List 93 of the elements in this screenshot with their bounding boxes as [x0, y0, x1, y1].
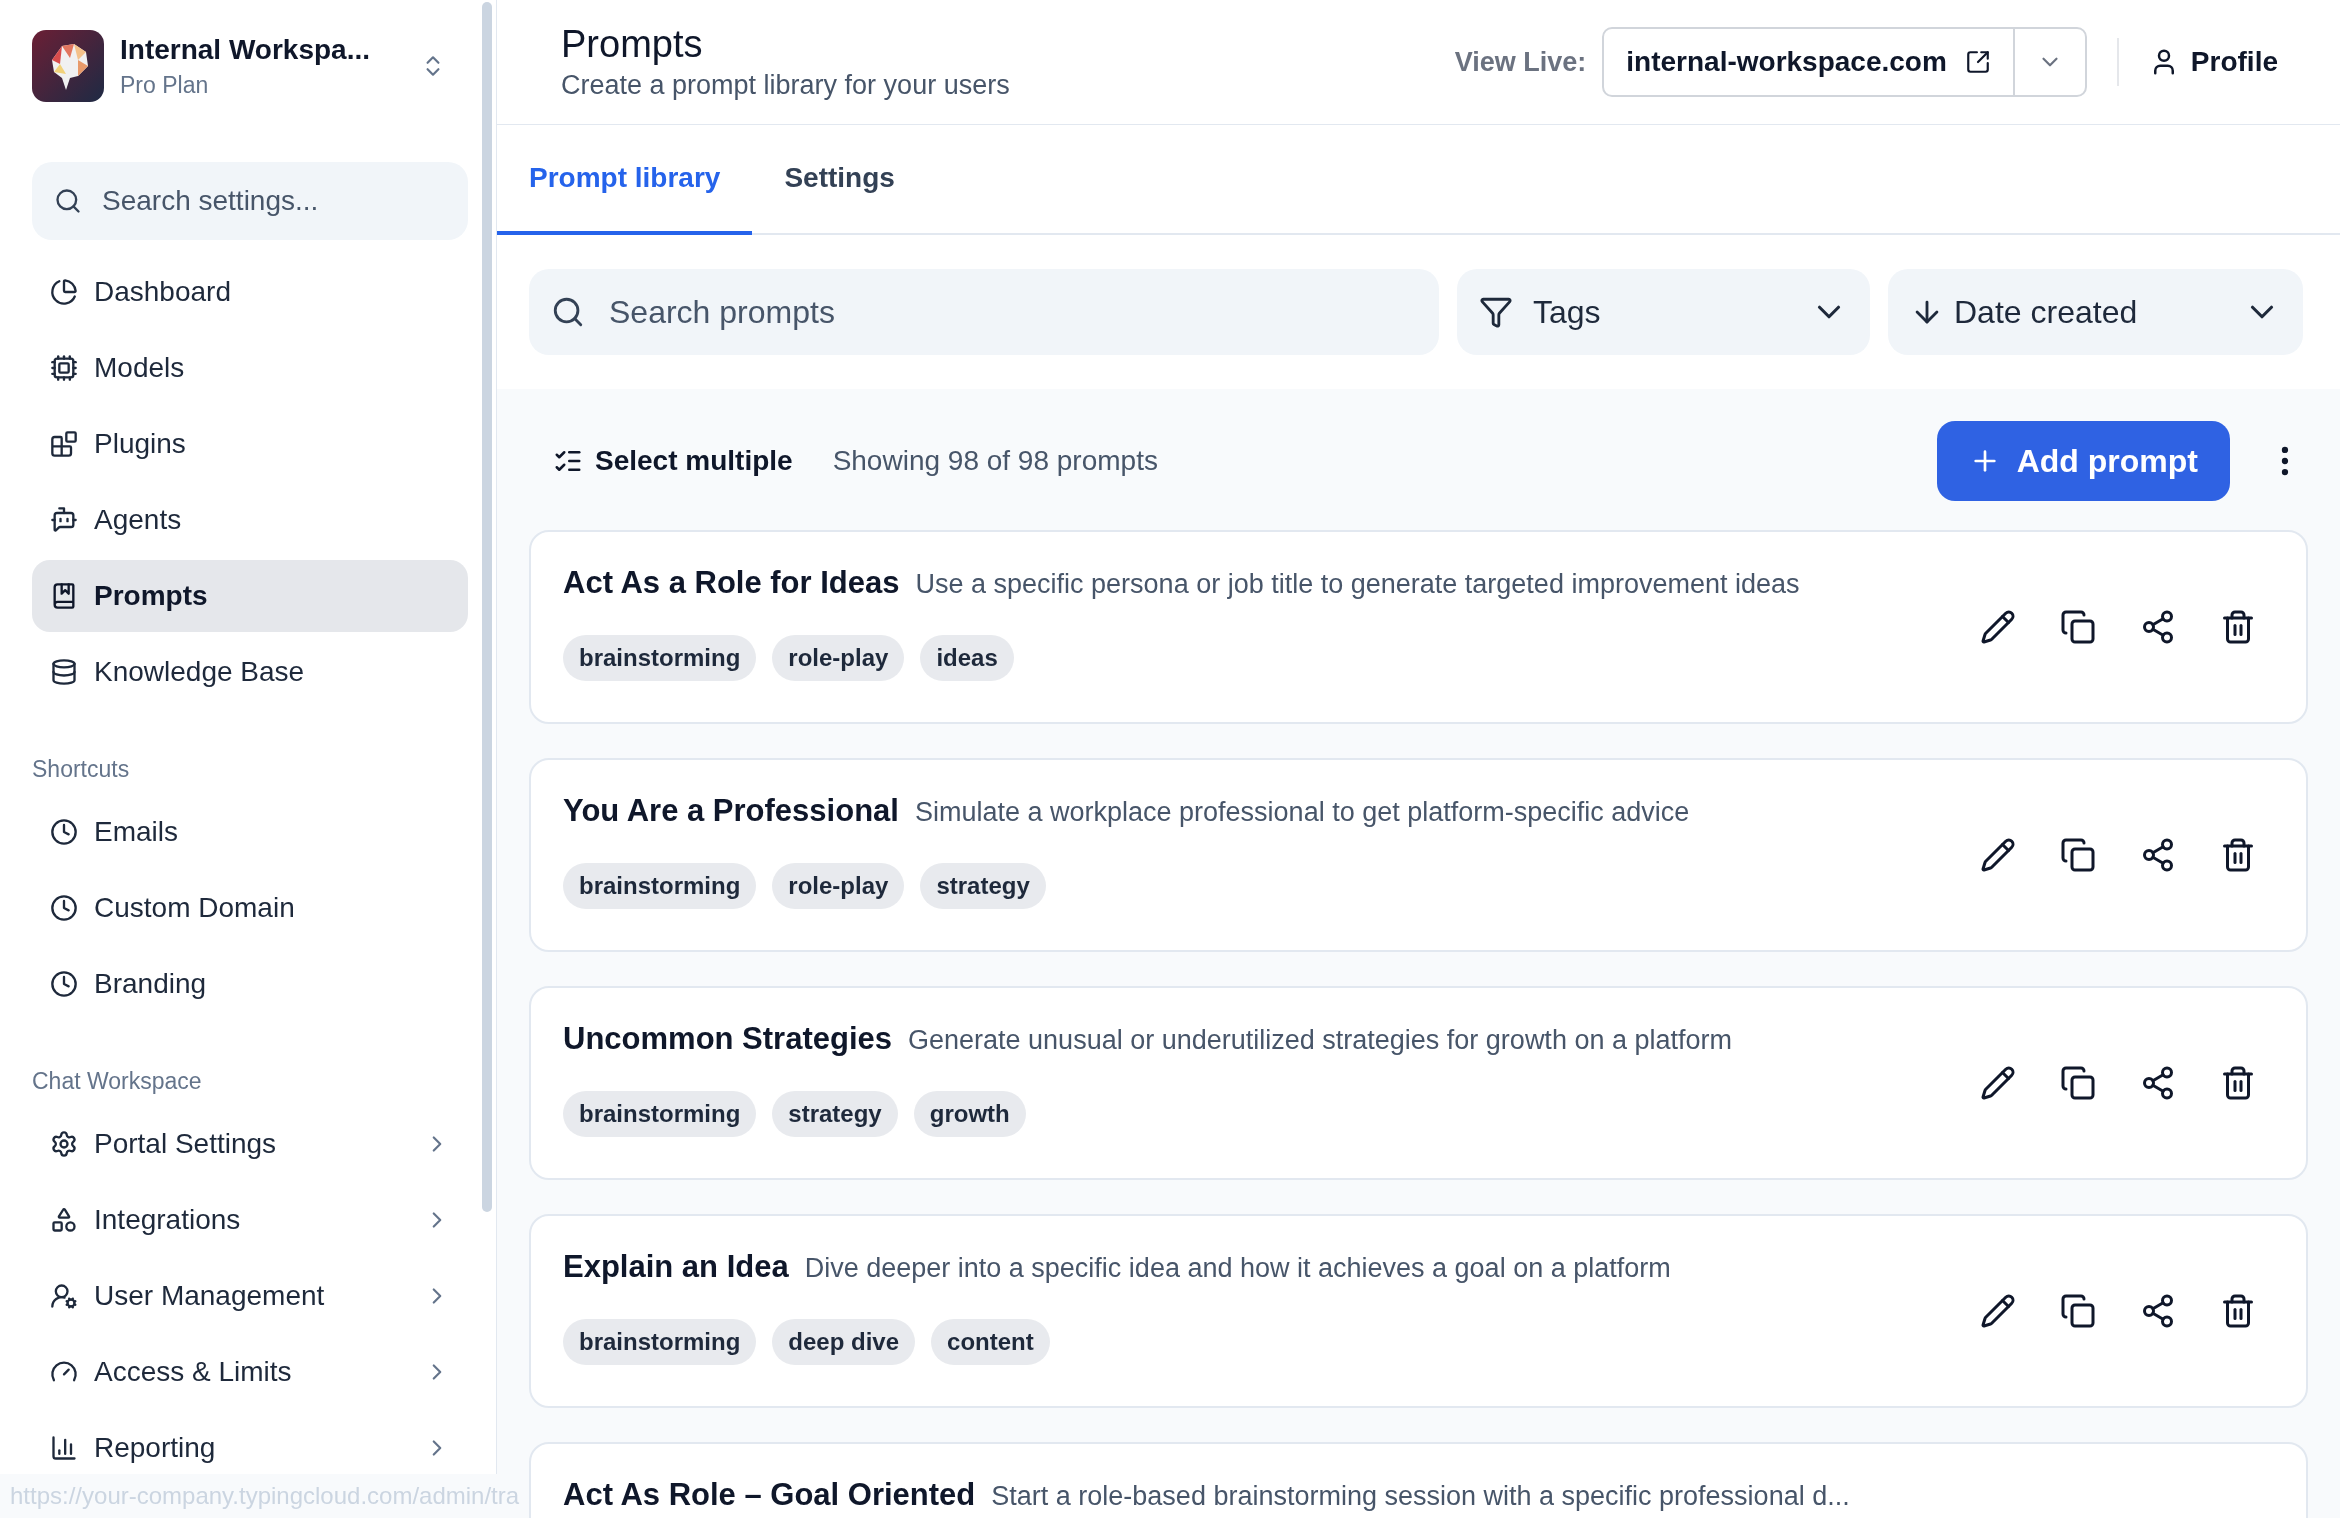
share-icon[interactable] — [2140, 1065, 2176, 1101]
prompt-description: Use a specific persona or job title to generate targeted improvement ideas — [915, 568, 1800, 601]
bar-chart-icon — [50, 1434, 78, 1462]
prompt-title: Act As Role – Goal Oriented — [563, 1476, 976, 1514]
tag: strategy — [920, 862, 1046, 909]
sidebar-item[interactable]: Agents — [32, 484, 468, 556]
settings-search-field[interactable]: Search settings... — [32, 162, 468, 240]
prompt-card[interactable]: Explain an Idea Dive deeper into a specific idea and how it achieves a goal on a platform brainstorming deep dive content — [529, 1214, 2308, 1408]
domain-link[interactable]: internal-workspace.com — [1604, 41, 2013, 83]
delete-icon[interactable] — [2220, 1293, 2256, 1329]
prompt-description: Dive deeper into a specific idea and how it achieves a goal on a platform — [804, 1252, 1671, 1285]
settings-icon — [50, 1130, 78, 1158]
external-link-icon — [1964, 49, 1991, 75]
edit-icon[interactable] — [1980, 837, 2016, 873]
edit-icon[interactable] — [1980, 1293, 2016, 1329]
prompt-title: You Are a Professional — [563, 792, 899, 830]
copy-icon[interactable] — [2060, 837, 2096, 873]
share-icon[interactable] — [2140, 1293, 2176, 1329]
filter-icon — [1479, 295, 1513, 329]
brain-logo-icon — [32, 30, 104, 102]
edit-icon[interactable] — [1980, 1065, 2016, 1101]
chip-icon — [50, 354, 78, 382]
search-icon — [54, 187, 82, 215]
edit-icon[interactable] — [1980, 609, 2016, 645]
prompt-card[interactable]: Act As a Role for Ideas Use a specific persona or job title to generate targeted improvement ideas brainstorming role-play ideas — [529, 530, 2308, 724]
tag: brainstorming — [563, 634, 757, 681]
share-icon[interactable] — [2140, 837, 2176, 873]
tab[interactable]: Settings — [752, 125, 927, 235]
page-subtitle: Create a prompt library for your users — [561, 69, 1011, 102]
tag: content — [931, 1318, 1050, 1365]
copy-icon[interactable] — [2060, 1065, 2096, 1101]
scrollbar-thumb[interactable] — [482, 2, 492, 1212]
sidebar-item[interactable]: Integrations — [32, 1184, 468, 1256]
add-prompt-button[interactable]: Add prompt — [1936, 421, 2230, 501]
pie-chart-icon — [50, 278, 78, 306]
prompt-description: Start a role-based brainstorming session with a specific professional d... — [991, 1480, 1850, 1513]
sidebar-item[interactable]: Plugins — [32, 408, 468, 480]
tag: brainstorming — [563, 1318, 757, 1365]
prompt-card[interactable]: You Are a Professional Simulate a workplace professional to get platform-specific advice brainstorming role-play strategy — [529, 758, 2308, 952]
prompt-title: Uncommon Strategies — [563, 1020, 892, 1058]
tag: strategy — [772, 1090, 898, 1137]
sidebar-item[interactable]: Dashboard — [32, 256, 468, 328]
tag: role-play — [772, 862, 905, 909]
prompt-title: Explain an Idea — [563, 1248, 789, 1286]
section-heading: Shortcuts — [32, 755, 131, 784]
prompt-count: Showing 98 of 98 prompts — [832, 444, 1159, 478]
section-heading: Chat Workspace — [32, 1067, 203, 1096]
domain-selector[interactable]: internal-workspace.com — [1602, 27, 2087, 97]
workspace-name: Internal Workspa... — [120, 33, 371, 67]
prompt-description: Generate unusual or underutilized strategies for growth on a platform — [908, 1024, 1732, 1057]
tag: deep dive — [772, 1318, 916, 1365]
page-title: Prompts — [561, 22, 704, 67]
delete-icon[interactable] — [2220, 609, 2256, 645]
copy-icon[interactable] — [2060, 1293, 2096, 1329]
copy-icon[interactable] — [2060, 609, 2096, 645]
sidebar-item[interactable]: Knowledge Base — [32, 636, 468, 708]
view-live-label: View Live: — [1454, 45, 1587, 79]
clock-icon — [50, 894, 78, 922]
share-icon[interactable] — [2140, 609, 2176, 645]
prompt-card[interactable]: Act As Role – Goal Oriented Start a role-based brainstorming session with a specific professional d... — [529, 1442, 2308, 1518]
tag: ideas — [920, 634, 1014, 681]
sidebar-item[interactable]: Branding — [32, 948, 468, 1020]
sidebar-item[interactable]: Custom Domain — [32, 872, 468, 944]
tab[interactable]: Prompt library — [497, 125, 753, 235]
sidebar-item[interactable]: Access & Limits — [32, 1336, 468, 1408]
prompt-description: Simulate a workplace professional to get platform-specific advice — [914, 796, 1690, 829]
delete-icon[interactable] — [2220, 1065, 2256, 1101]
sidebar-item[interactable]: Models — [32, 332, 468, 404]
clock-icon — [50, 818, 78, 846]
blocks-icon — [50, 430, 78, 458]
tags-dropdown[interactable]: Tags — [1457, 269, 1870, 355]
sidebar-item[interactable]: Portal Settings — [32, 1108, 468, 1180]
tag: brainstorming — [563, 1090, 757, 1137]
prompt-title: Act As a Role for Ideas — [563, 564, 900, 602]
sidebar-item[interactable]: Emails — [32, 796, 468, 868]
search-icon — [551, 295, 585, 329]
select-multiple-button[interactable]: Select multiple — [529, 440, 817, 482]
clock-icon — [50, 970, 78, 998]
prompt-card[interactable]: Uncommon Strategies Generate unusual or underutilized strategies for growth on a platform brainstorming strategy growth — [529, 986, 2308, 1180]
tag: brainstorming — [563, 862, 757, 909]
user-cog-icon — [50, 1282, 78, 1310]
plan-label: Pro Plan — [120, 71, 210, 100]
sidebar-item[interactable]: User Management — [32, 1260, 468, 1332]
delete-icon[interactable] — [2220, 837, 2256, 873]
profile-button[interactable]: Profile — [2148, 41, 2278, 83]
shapes-icon — [50, 1206, 78, 1234]
sort-dropdown[interactable]: Date created — [1888, 269, 2303, 355]
tag: growth — [913, 1090, 1026, 1137]
database-icon — [50, 658, 78, 686]
bot-icon — [50, 506, 78, 534]
prompt-search-field[interactable]: Search prompts — [529, 269, 1439, 355]
tag: role-play — [772, 634, 905, 681]
sidebar-item[interactable]: Prompts — [32, 560, 468, 632]
